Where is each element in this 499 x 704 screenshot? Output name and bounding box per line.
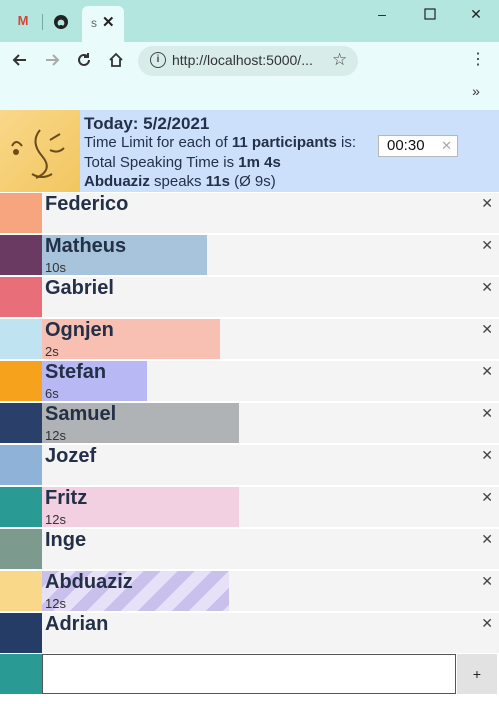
participant-row[interactable]: Ognjen 2s ✕ (0, 319, 499, 359)
participant-name: Stefan (45, 361, 107, 383)
time-limit-value: 00:30 (387, 137, 425, 154)
participant-avatar (0, 361, 42, 401)
site-info-icon[interactable]: i (150, 52, 166, 68)
participant-row[interactable]: Federico ✕ (0, 193, 499, 233)
new-participant-avatar (0, 654, 42, 694)
remove-participant-icon[interactable]: ✕ (481, 321, 493, 338)
gmail-tab-icon[interactable]: M (14, 14, 32, 28)
active-tab[interactable]: s ✕ (82, 6, 124, 42)
participant-time: 12s (45, 428, 66, 443)
participant-time: 12s (45, 512, 66, 527)
total-time-prefix: Total Speaking Time is (84, 154, 239, 171)
speaks-label: speaks (149, 173, 206, 190)
current-speaker-name: Abduaziz (84, 173, 150, 190)
participant-name: Gabriel (45, 277, 114, 299)
participant-name: Matheus (45, 235, 127, 257)
participant-name: Abduaziz (45, 571, 133, 593)
remove-participant-icon[interactable]: ✕ (481, 615, 493, 632)
participant-avatar (0, 487, 42, 527)
meeting-date-title: Today: 5/2/2021 (84, 114, 210, 133)
participant-name: Adrian (45, 613, 109, 635)
participant-row[interactable]: Stefan 6s ✕ (0, 361, 499, 401)
reload-icon[interactable] (72, 48, 96, 72)
new-participant-input[interactable] (42, 654, 456, 694)
current-speaker-time: 11s (205, 173, 230, 190)
participant-avatar (0, 613, 42, 653)
add-participant-row: + (0, 654, 499, 696)
participant-time: 10s (45, 260, 66, 275)
total-time-line: Total Speaking Time is 1m 4s (84, 154, 281, 171)
total-time-value: 1m 4s (238, 154, 281, 171)
participant-time: 2s (45, 344, 59, 359)
add-participant-button[interactable]: + (457, 654, 497, 694)
participant-avatar (0, 529, 42, 569)
time-limit-prefix: Time Limit for each of (84, 134, 232, 151)
current-speaker-avatar (0, 110, 80, 192)
time-limit-input[interactable]: 00:30 ✕ (378, 135, 458, 157)
participant-row[interactable]: Samuel 12s ✕ (0, 403, 499, 443)
remove-participant-icon[interactable]: ✕ (481, 405, 493, 422)
participant-name: Fritz (45, 487, 88, 509)
participant-row[interactable]: Adrian ✕ (0, 613, 499, 653)
participant-avatar (0, 319, 42, 359)
remove-participant-icon[interactable]: ✕ (481, 489, 493, 506)
remove-participant-icon[interactable]: ✕ (481, 279, 493, 296)
close-window-icon[interactable]: ✕ (466, 4, 486, 24)
participant-avatar (0, 571, 42, 611)
remove-participant-icon[interactable]: ✕ (481, 447, 493, 464)
participant-row[interactable]: Fritz 12s ✕ (0, 487, 499, 527)
forward-icon[interactable] (40, 48, 64, 72)
remove-participant-icon[interactable]: ✕ (481, 531, 493, 548)
maximize-icon[interactable] (420, 4, 440, 24)
back-icon[interactable] (8, 48, 32, 72)
participant-name: Federico (45, 193, 129, 215)
participant-row[interactable]: Gabriel ✕ (0, 277, 499, 317)
participant-avatar (0, 277, 42, 317)
average-time: (Ø 9s) (229, 173, 276, 190)
time-limit-suffix: is: (336, 134, 357, 151)
menu-dots-icon[interactable]: ⋮ (466, 48, 490, 72)
remove-participant-icon[interactable]: ✕ (481, 195, 493, 212)
participant-row[interactable]: Abduaziz 12s ✕ (0, 571, 499, 611)
participant-name: Jozef (45, 445, 97, 467)
participant-row[interactable]: Inge ✕ (0, 529, 499, 569)
remove-participant-icon[interactable]: ✕ (481, 573, 493, 590)
participant-count: 11 participants (231, 134, 337, 151)
close-tab-icon[interactable]: ✕ (102, 13, 115, 31)
minimize-icon[interactable]: – (372, 4, 392, 24)
tab-separator (42, 14, 43, 30)
time-limit-line: Time Limit for each of 11 participants i… (84, 134, 356, 151)
remove-participant-icon[interactable]: ✕ (481, 237, 493, 254)
participant-time: 12s (45, 596, 66, 611)
participant-time: 6s (45, 386, 59, 401)
participant-row[interactable]: Matheus 10s ✕ (0, 235, 499, 275)
participant-name: Samuel (45, 403, 117, 425)
home-icon[interactable] (104, 48, 128, 72)
bookmark-star-icon[interactable]: ☆ (332, 50, 347, 70)
participant-avatar (0, 193, 42, 233)
current-speaker-line: Abduaziz speaks 11s (Ø 9s) (84, 173, 276, 190)
participant-name: Inge (45, 529, 87, 551)
tab-title: s (91, 16, 97, 30)
participant-name: Ognjen (45, 319, 114, 341)
participant-row[interactable]: Jozef ✕ (0, 445, 499, 485)
github-tab-icon[interactable] (52, 14, 70, 29)
remove-participant-icon[interactable]: ✕ (481, 363, 493, 380)
participant-avatar (0, 235, 42, 275)
clear-time-icon[interactable]: ✕ (441, 138, 452, 154)
url-text[interactable]: http://localhost:5000/... (172, 52, 313, 68)
participant-avatar (0, 445, 42, 485)
participant-avatar (0, 403, 42, 443)
extensions-overflow-icon[interactable]: » (464, 79, 488, 103)
